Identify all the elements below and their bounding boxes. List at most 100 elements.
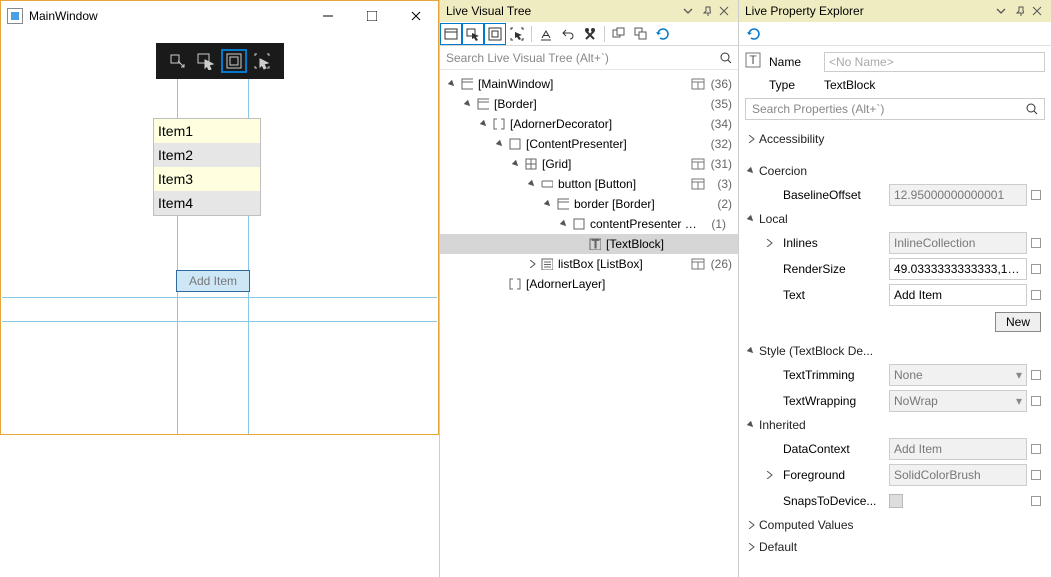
view-source-icon[interactable] [690, 177, 706, 191]
view-source-icon[interactable] [690, 157, 706, 171]
tree-node[interactable]: [AdornerLayer] [440, 274, 738, 294]
tree-node[interactable]: [AdornerDecorator](34) [440, 114, 738, 134]
tree-node[interactable]: [MainWindow](36) [440, 74, 738, 94]
property-marker[interactable] [1031, 396, 1041, 406]
tree-label: button [Button] [558, 177, 686, 191]
list-item[interactable]: Item2 [154, 143, 260, 167]
settings-icon[interactable] [579, 23, 601, 45]
select-element-icon[interactable] [192, 48, 220, 74]
inlines-value[interactable]: InlineCollection [889, 232, 1027, 254]
property-marker[interactable] [1031, 370, 1041, 380]
group-local[interactable]: Local [743, 208, 1047, 230]
foreground-value[interactable]: SolidColorBrush [889, 464, 1027, 486]
list-item[interactable]: Item1 [154, 119, 260, 143]
grid-icon [524, 157, 538, 171]
in-app-toolbar-icon[interactable] [440, 23, 462, 45]
track-focus-icon[interactable] [506, 23, 528, 45]
layout-adorners-icon[interactable] [220, 48, 248, 74]
property-marker[interactable] [1031, 190, 1041, 200]
expander-icon[interactable] [494, 138, 506, 150]
tree-node[interactable]: border [Border](2) [440, 194, 738, 214]
tree-node[interactable]: contentPresenter [ContentPresenter](1) [440, 214, 738, 234]
expander-icon[interactable] [510, 158, 522, 170]
group-accessibility[interactable]: Accessibility [743, 128, 1047, 150]
expander-icon[interactable] [526, 258, 538, 270]
panel-header[interactable]: Live Property Explorer [739, 0, 1051, 22]
property-marker[interactable] [1031, 496, 1041, 506]
view-source-icon[interactable] [690, 257, 706, 271]
refresh-icon[interactable] [652, 23, 674, 45]
texttrimming-value[interactable]: None▾ [889, 364, 1027, 386]
expander-icon[interactable] [446, 78, 458, 90]
box-icon [508, 137, 522, 151]
tree-node[interactable]: button [Button](3) [440, 174, 738, 194]
datacontext-value[interactable]: Add Item [889, 438, 1027, 460]
minimize-button[interactable] [306, 1, 350, 31]
expander-icon[interactable] [462, 98, 474, 110]
view-source-icon[interactable] [690, 77, 706, 91]
group-style[interactable]: Style (TextBlock De... [743, 340, 1047, 362]
select-in-app-icon[interactable] [462, 23, 484, 45]
window-icon [460, 77, 474, 91]
textwrapping-value[interactable]: NoWrap▾ [889, 390, 1027, 412]
expander-icon[interactable] [574, 238, 586, 250]
title-bar[interactable]: MainWindow [1, 1, 438, 31]
expander-icon[interactable] [558, 218, 570, 230]
maximize-button[interactable] [350, 1, 394, 31]
property-list[interactable]: Accessibility Coercion BaselineOffset12.… [739, 126, 1051, 577]
add-item-button[interactable]: Add Item [176, 270, 250, 292]
goto-live-tree-icon[interactable] [164, 48, 192, 74]
close-panel-icon[interactable] [1029, 3, 1045, 19]
expander-icon[interactable] [542, 198, 554, 210]
expander-icon[interactable] [526, 178, 538, 190]
collapse-all-icon[interactable] [608, 23, 630, 45]
refresh-icon[interactable] [743, 23, 765, 45]
list-item[interactable]: Item4 [154, 191, 260, 215]
window-position-icon[interactable] [993, 3, 1009, 19]
name-field[interactable]: <No Name> [824, 52, 1045, 72]
preview-selection-icon[interactable] [535, 23, 557, 45]
new-button[interactable]: New [995, 312, 1041, 332]
lvt-search[interactable]: Search Live Visual Tree (Alt+`) [440, 46, 738, 70]
property-marker[interactable] [1031, 444, 1041, 454]
property-marker[interactable] [1031, 264, 1041, 274]
window-position-icon[interactable] [680, 3, 696, 19]
list-item[interactable]: Item3 [154, 167, 260, 191]
pin-icon[interactable] [698, 3, 714, 19]
display-layout-icon[interactable] [484, 23, 506, 45]
property-search[interactable]: Search Properties (Alt+`) [745, 98, 1045, 120]
undo-icon[interactable] [557, 23, 579, 45]
svg-text:T: T [749, 53, 757, 67]
tree-label: [Border] [494, 97, 706, 111]
tree-node[interactable]: listBox [ListBox](26) [440, 254, 738, 274]
track-focus-icon[interactable] [248, 48, 276, 74]
tree-node[interactable]: [ContentPresenter](32) [440, 134, 738, 154]
group-coercion[interactable]: Coercion [743, 160, 1047, 182]
panel-header[interactable]: Live Visual Tree [440, 0, 738, 22]
group-computed[interactable]: Computed Values [743, 514, 1047, 536]
property-marker[interactable] [1031, 238, 1041, 248]
rendersize-value[interactable]: 49.0333333333333,15.96 [889, 258, 1027, 280]
tree-label: border [Border] [574, 197, 706, 211]
group-default[interactable]: Default [743, 536, 1047, 558]
brackets-icon [508, 277, 522, 291]
property-marker[interactable] [1031, 290, 1041, 300]
close-panel-icon[interactable] [716, 3, 732, 19]
text-value[interactable]: Add Item [889, 284, 1027, 306]
group-inherited[interactable]: Inherited [743, 414, 1047, 436]
visual-tree[interactable]: [MainWindow](36)[Border](35)[AdornerDeco… [440, 70, 738, 577]
tree-node[interactable]: [TextBlock] [440, 234, 738, 254]
tree-node[interactable]: [Border](35) [440, 94, 738, 114]
child-count: (31) [706, 157, 732, 171]
property-marker[interactable] [1031, 470, 1041, 480]
listbox[interactable]: Item1 Item2 Item3 Item4 [153, 118, 261, 216]
expander-icon[interactable] [478, 118, 490, 130]
snaps-checkbox[interactable] [889, 494, 903, 508]
baseline-offset-value[interactable]: 12.95000000000001 [889, 184, 1027, 206]
close-button[interactable] [394, 1, 438, 31]
pin-icon[interactable] [1011, 3, 1027, 19]
expand-all-icon[interactable] [630, 23, 652, 45]
tree-node[interactable]: [Grid](31) [440, 154, 738, 174]
expander-icon[interactable] [494, 278, 506, 290]
text-icon [588, 237, 602, 251]
